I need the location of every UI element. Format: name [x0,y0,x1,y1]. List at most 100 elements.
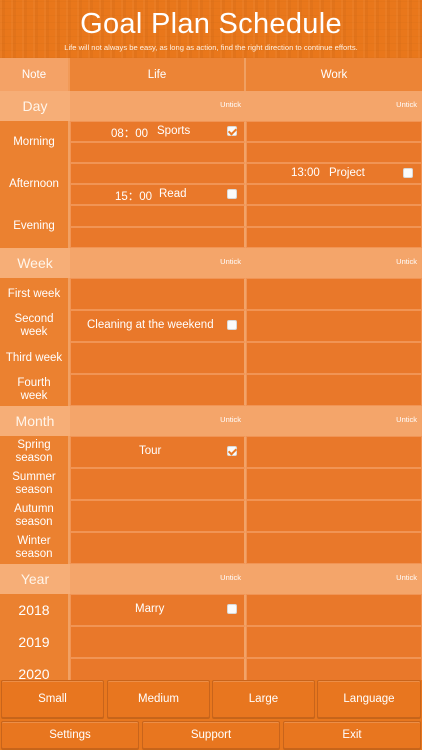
row-2018: 2018 Marry [0,594,422,626]
small-button[interactable]: Small [1,680,104,718]
footer-toolbar: Small Medium Large Language Settings Sup… [0,680,422,750]
language-button[interactable]: Language [317,680,421,718]
task-marry-checkbox[interactable] [227,604,237,614]
row-summer: Summer season [0,468,422,500]
cell-morning-life-2[interactable] [70,142,246,163]
row-fourth-week: Fourth week [0,374,422,406]
cell-morning-work-2[interactable] [246,142,422,163]
cell-2019-work[interactable] [246,626,422,658]
row-label-summer: Summer season [0,468,70,500]
row-winter: Winter season [0,532,422,564]
cell-afternoon-work-1[interactable]: 13:00 Project [246,163,422,184]
section-day-work: Untick [246,91,422,121]
section-year-label: Year [0,564,70,594]
cell-morning-life-1[interactable]: 08：00 Sports [70,121,246,142]
task-marry-name: Marry [135,603,165,615]
cell-2020-work[interactable] [246,658,422,680]
row-label-winter: Winter season [0,532,70,564]
column-note: Note [0,58,70,91]
cell-spring-work[interactable] [246,436,422,468]
untick-day-life-button[interactable]: Untick [220,100,241,109]
cell-afternoon-life-1[interactable] [70,163,246,184]
cell-2018-life[interactable]: Marry [70,594,246,626]
section-month: Month Untick Untick [0,406,422,436]
cell-fourth-week-life[interactable] [70,374,246,406]
untick-year-work-button[interactable]: Untick [396,573,417,582]
column-work: Work [246,58,422,91]
row-label-second-week: Second week [0,310,70,342]
task-project-name: Project [329,167,365,179]
cell-2018-work[interactable] [246,594,422,626]
cell-fourth-week-work[interactable] [246,374,422,406]
large-button[interactable]: Large [212,680,315,718]
untick-month-life-button[interactable]: Untick [220,415,241,424]
task-sports-time: 08：00 [111,128,149,140]
cell-afternoon-life-2[interactable]: 15：00 Read [70,184,246,205]
cell-third-week-life[interactable] [70,342,246,374]
task-sports-name: Sports [157,125,191,137]
untick-week-work-button[interactable]: Untick [396,257,417,266]
row-second-week: Second week Cleaning at the weekend [0,310,422,342]
cell-2019-life[interactable] [70,626,246,658]
section-month-work: Untick [246,406,422,436]
row-label-morning: Morning [0,121,70,163]
cell-winter-life[interactable] [70,532,246,564]
section-year-work: Untick [246,564,422,594]
cell-evening-work-1[interactable] [246,205,422,227]
section-day: Day Untick Untick [0,91,422,121]
cell-summer-life[interactable] [70,468,246,500]
section-week: Week Untick Untick [0,248,422,278]
row-label-spring: Spring season [0,436,70,468]
task-read-name: Read [159,188,187,200]
schedule-grid[interactable]: Day Untick Untick Morning 08：00 Sports A… [0,91,422,680]
cell-spring-life[interactable]: Tour [70,436,246,468]
section-month-label: Month [0,406,70,436]
cell-first-week-life[interactable] [70,278,246,310]
app-title: Goal Plan Schedule [80,8,342,40]
cell-evening-life-1[interactable] [70,205,246,227]
task-project-time: 13:00 [291,167,320,179]
task-read-checkbox[interactable] [227,189,237,199]
settings-button[interactable]: Settings [1,721,139,749]
app-header: Goal Plan Schedule Life will not always … [0,0,422,58]
row-evening: Evening [0,205,422,248]
cell-winter-work[interactable] [246,532,422,564]
cell-autumn-life[interactable] [70,500,246,532]
cell-morning-work-1[interactable] [246,121,422,142]
untick-day-work-button[interactable]: Untick [396,100,417,109]
section-day-life: Untick [70,91,246,121]
task-tour-checkbox[interactable] [227,446,237,456]
row-2020: 2020 [0,658,422,680]
task-tour-name: Tour [139,445,162,457]
row-label-2019: 2019 [0,626,70,658]
cell-third-week-work[interactable] [246,342,422,374]
medium-button[interactable]: Medium [107,680,210,718]
task-sports-checkbox[interactable] [227,126,237,136]
task-project-checkbox[interactable] [403,168,413,178]
cell-evening-work-2[interactable] [246,226,422,248]
row-label-evening: Evening [0,205,70,248]
exit-button[interactable]: Exit [283,721,421,749]
cell-afternoon-work-2[interactable] [246,184,422,205]
untick-month-work-button[interactable]: Untick [396,415,417,424]
cell-summer-work[interactable] [246,468,422,500]
section-day-label: Day [0,91,70,121]
row-label-2018: 2018 [0,594,70,626]
cell-second-week-work[interactable] [246,310,422,342]
column-life: Life [70,58,246,91]
row-label-first-week: First week [0,278,70,310]
row-label-third-week: Third week [0,342,70,374]
row-2019: 2019 [0,626,422,658]
cell-autumn-work[interactable] [246,500,422,532]
cell-first-week-work[interactable] [246,278,422,310]
cell-second-week-life[interactable]: Cleaning at the weekend [70,310,246,342]
cell-evening-life-2[interactable] [70,226,246,248]
untick-year-life-button[interactable]: Untick [220,573,241,582]
support-button[interactable]: Support [142,721,280,749]
section-year: Year Untick Untick [0,564,422,594]
untick-week-life-button[interactable]: Untick [220,257,241,266]
column-header: Note Life Work [0,58,422,91]
task-cleaning-checkbox[interactable] [227,320,237,330]
row-label-fourth-week: Fourth week [0,374,70,406]
cell-2020-life[interactable] [70,658,246,680]
